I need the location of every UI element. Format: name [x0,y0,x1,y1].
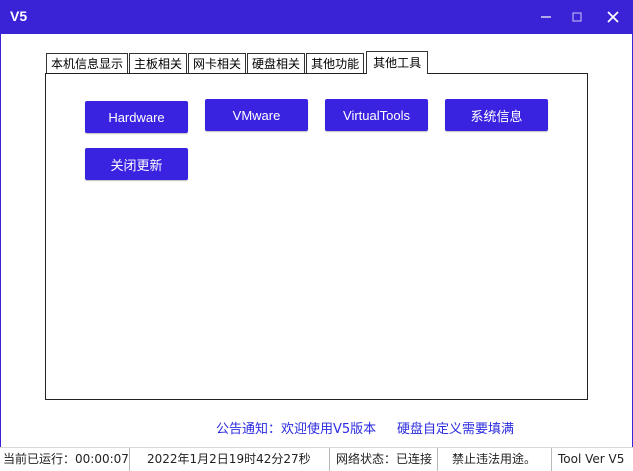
maximize-button[interactable] [561,0,593,34]
tab-other-tools[interactable]: 其他工具 [366,51,429,74]
maximize-icon [572,12,582,22]
close-update-button[interactable]: 关闭更新 [85,148,188,180]
version-status: Tool Ver V5 [558,452,625,466]
window-title: V5 [10,8,28,24]
close-icon [607,11,619,23]
minimize-button[interactable] [530,0,562,34]
network-status: 网络状态：已连接 [330,448,438,471]
system-info-button[interactable]: 系统信息 [445,99,548,131]
virtualtools-button[interactable]: VirtualTools [325,99,428,131]
warning-status: 禁止违法用途。 [438,448,552,471]
tools-panel: Hardware VMware VirtualTools 系统信息 关闭更新 [45,73,588,400]
disk-hint-text: 硬盘自定义需要填满 [397,422,515,437]
tab-local-info[interactable]: 本机信息显示 [46,53,129,73]
status-bar: 当前已运行：00:00:07 2022年1月2日19时42分27秒 网络状态：已… [0,447,633,471]
minimize-icon [541,16,551,18]
announcement-text: 公告通知：欢迎使用V5版本 [216,422,377,437]
datetime-status: 2022年1月2日19时42分27秒 [130,448,330,471]
hardware-button[interactable]: Hardware [85,101,188,133]
uptime-status: 当前已运行：00:00:07 [0,448,130,471]
tab-disk[interactable]: 硬盘相关 [247,53,306,73]
close-button[interactable] [597,0,629,34]
tab-other-functions[interactable]: 其他功能 [306,53,365,73]
tab-network-card[interactable]: 网卡相关 [188,53,247,73]
tab-strip: 本机信息显示 主板相关 网卡相关 硬盘相关 其他功能 其他工具 [46,51,429,74]
vmware-button[interactable]: VMware [205,99,308,131]
title-bar: V5 [0,0,633,34]
tab-motherboard[interactable]: 主板相关 [129,53,188,73]
